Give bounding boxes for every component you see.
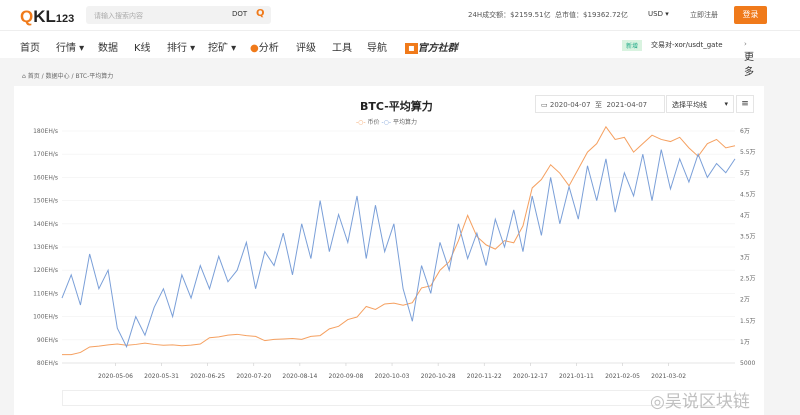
- x-tick-label: 2020-07-20: [236, 373, 271, 380]
- y-left-tick: 90EH/s: [37, 337, 58, 344]
- y-right-tick: 4万: [740, 212, 750, 219]
- x-tick-label: 2021-02-05: [605, 373, 640, 380]
- zoom-slider[interactable]: [62, 390, 736, 406]
- y-left-tick: 110EH/s: [33, 290, 58, 297]
- y-right-tick: 3万: [740, 255, 750, 262]
- x-tick-label: 2020-12-17: [513, 373, 548, 380]
- x-tick-label: 2021-01-11: [559, 373, 594, 380]
- y-right-tick: 3.5万: [740, 233, 756, 240]
- watermark: ◎吴说区块链: [650, 387, 750, 412]
- x-tick-label: 2020-06-25: [190, 373, 225, 380]
- y-right-tick: 5.5万: [740, 149, 756, 156]
- y-right-tick: 6万: [740, 128, 750, 135]
- y-left-tick: 150EH/s: [33, 198, 58, 205]
- y-left-tick: 120EH/s: [33, 267, 58, 274]
- chart-svg: 80EH/s 90EH/s 100EH/s 110EH/s 120EH/s 130EH/s…: [33, 125, 756, 380]
- y-left-tick: 160EH/s: [33, 174, 58, 181]
- x-tick-label: 2020-08-14: [282, 373, 317, 380]
- x-tick-label: 2021-03-02: [651, 373, 686, 380]
- x-tick-label: 2020-11-22: [467, 373, 502, 380]
- hashrate-line: [61, 149, 736, 349]
- y-right-tick: 2万: [740, 297, 750, 304]
- x-tick-label: 2020-10-28: [421, 373, 456, 380]
- y-right-tick: 2.5万: [740, 276, 756, 283]
- y-right-tick: 1万: [740, 339, 750, 346]
- y-right-tick: 5000: [740, 360, 755, 367]
- y-left-tick: 170EH/s: [33, 151, 58, 158]
- y-right-tick: 1.5万: [740, 318, 756, 325]
- y-left-tick: 80EH/s: [37, 360, 58, 367]
- y-left-tick: 180EH/s: [33, 128, 58, 135]
- x-tick-label: 2020-05-06: [98, 373, 133, 380]
- y-left-tick: 140EH/s: [33, 221, 58, 228]
- y-left-tick: 130EH/s: [33, 244, 58, 251]
- y-right-tick: 5万: [740, 170, 750, 177]
- x-tick-label: 2020-10-03: [375, 373, 410, 380]
- watermark-text: 吴说区块链: [664, 392, 750, 412]
- y-right-tick: 4.5万: [740, 191, 756, 198]
- weibo-icon: ◎: [650, 392, 665, 412]
- x-tick-label: 2020-09-08: [329, 373, 364, 380]
- price-line: [62, 125, 736, 356]
- x-tick-label: 2020-05-31: [144, 373, 179, 380]
- y-left-tick: 100EH/s: [33, 314, 58, 321]
